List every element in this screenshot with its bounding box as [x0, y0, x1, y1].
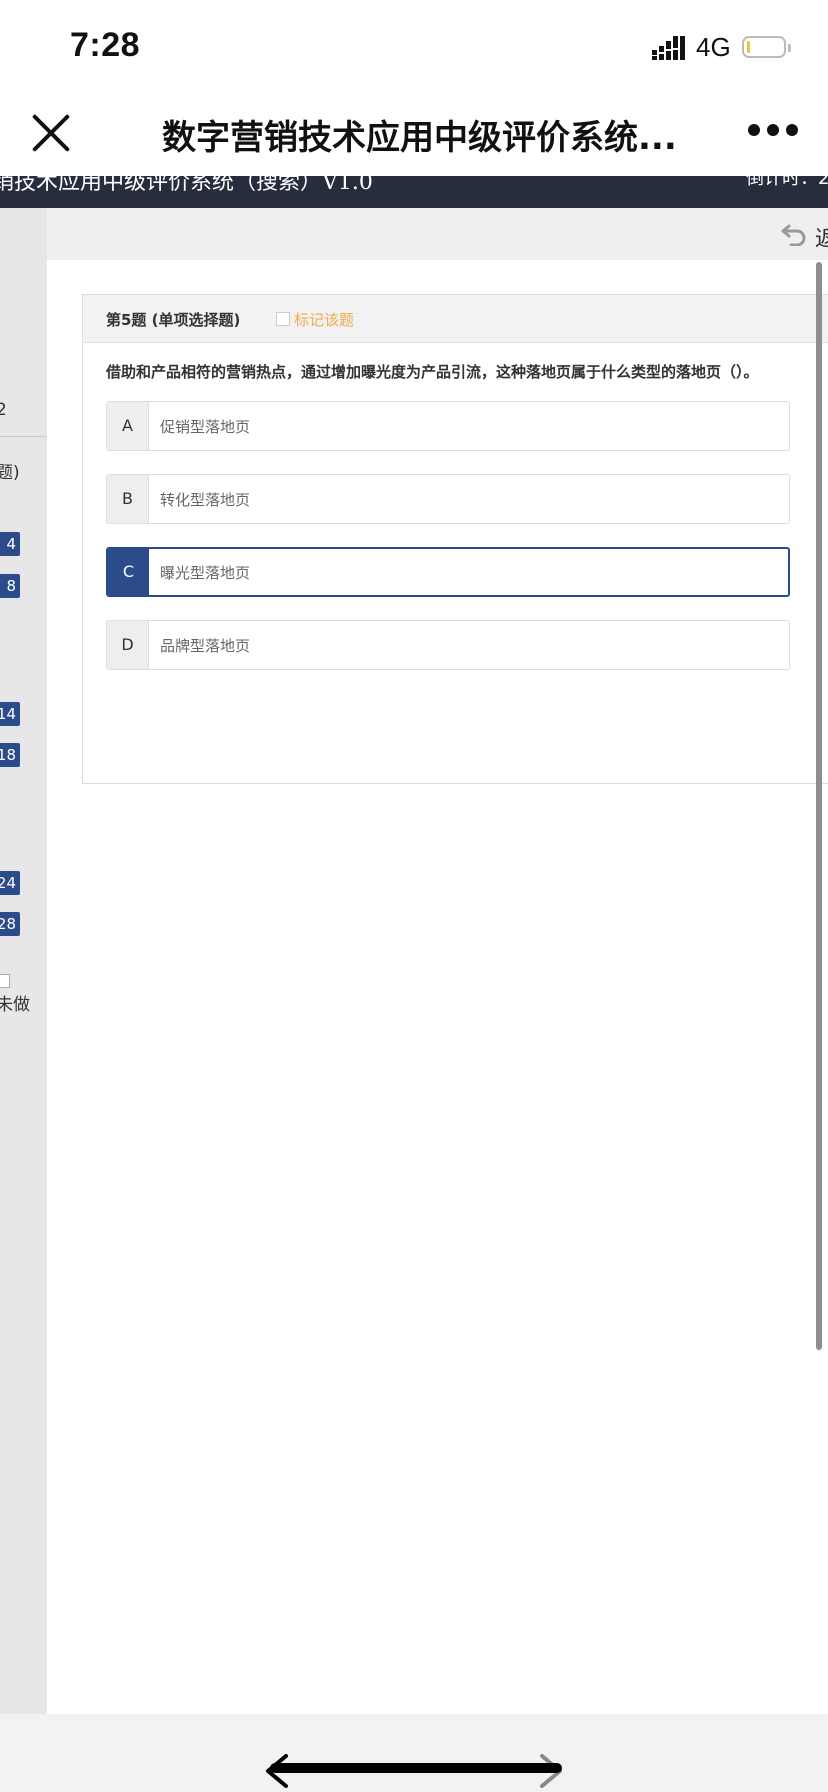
home-indicator[interactable]: [270, 1763, 562, 1773]
option-a[interactable]: A 促销型落地页: [106, 401, 790, 451]
toolbar: 返: [47, 208, 828, 260]
question-type: 第5题 (单项选择题): [106, 311, 241, 329]
question-number-button[interactable]: 8: [0, 574, 20, 598]
question-number-button[interactable]: 14: [0, 702, 20, 726]
question-navigator: 2 题) 4 8 14 18 24 28 未做: [0, 208, 47, 1714]
signal-icon: [652, 36, 685, 60]
option-text: 曝光型落地页: [160, 564, 251, 582]
option-c[interactable]: C 曝光型落地页: [106, 547, 790, 597]
network-type: 4G: [696, 32, 731, 62]
option-d[interactable]: D 品牌型落地页: [106, 620, 790, 670]
question-number-button[interactable]: 28: [0, 912, 20, 936]
option-b[interactable]: B 转化型落地页: [106, 474, 790, 524]
status-time: 7:28: [70, 26, 141, 64]
option-text: 品牌型落地页: [160, 637, 251, 655]
question-number-button[interactable]: 24: [0, 871, 20, 895]
question-text: 借助和产品相符的营销热点，通过增加曝光度为产品引流，这种落地页属于什么类型的落地…: [106, 363, 759, 381]
site-title: 销技术应用中级评价系统（搜索）V1.0: [0, 176, 373, 195]
sidebar-fragment: 题): [0, 463, 20, 483]
back-button[interactable]: 返: [815, 221, 828, 253]
back-icon[interactable]: [781, 222, 807, 246]
question-number-button[interactable]: 18: [0, 743, 20, 767]
mark-question-checkbox[interactable]: [276, 312, 290, 326]
option-text: 转化型落地页: [160, 491, 251, 509]
sidebar-fragment: 未做: [0, 995, 30, 1015]
status-bar: 7:28 4G: [0, 0, 828, 96]
question-panel: 第5题 (单项选择题) 标记该题 借助和产品相符的营销热点，通过增加曝光度为产品…: [82, 294, 828, 784]
browser-bottom-bar: [0, 1714, 828, 1792]
sidebar-fragment: 2: [0, 400, 7, 420]
unanswered-legend-checkbox: [0, 974, 10, 988]
option-letter: A: [107, 402, 149, 450]
more-icon[interactable]: [748, 124, 798, 138]
app-nav-bar: 数字营销技术应用中级评价系统...: [0, 96, 828, 176]
page-title: 数字营销技术应用中级评价系统...: [162, 118, 677, 158]
option-text: 促销型落地页: [160, 418, 251, 436]
page-scrollbar[interactable]: [816, 262, 822, 1350]
question-header: 第5题 (单项选择题) 标记该题: [83, 295, 828, 343]
question-number-button[interactable]: 4: [0, 532, 20, 556]
sidebar-divider: [0, 436, 47, 437]
option-letter: D: [107, 621, 149, 669]
site-header: 销技术应用中级评价系统（搜索）V1.0 倒计时：20: [0, 176, 828, 208]
option-letter: C: [108, 549, 149, 595]
close-icon[interactable]: [28, 110, 74, 156]
battery-icon: [742, 36, 791, 58]
mark-question-label[interactable]: 标记该题: [294, 309, 354, 330]
option-letter: B: [107, 475, 149, 523]
countdown-timer: 倒计时：20: [746, 176, 828, 189]
